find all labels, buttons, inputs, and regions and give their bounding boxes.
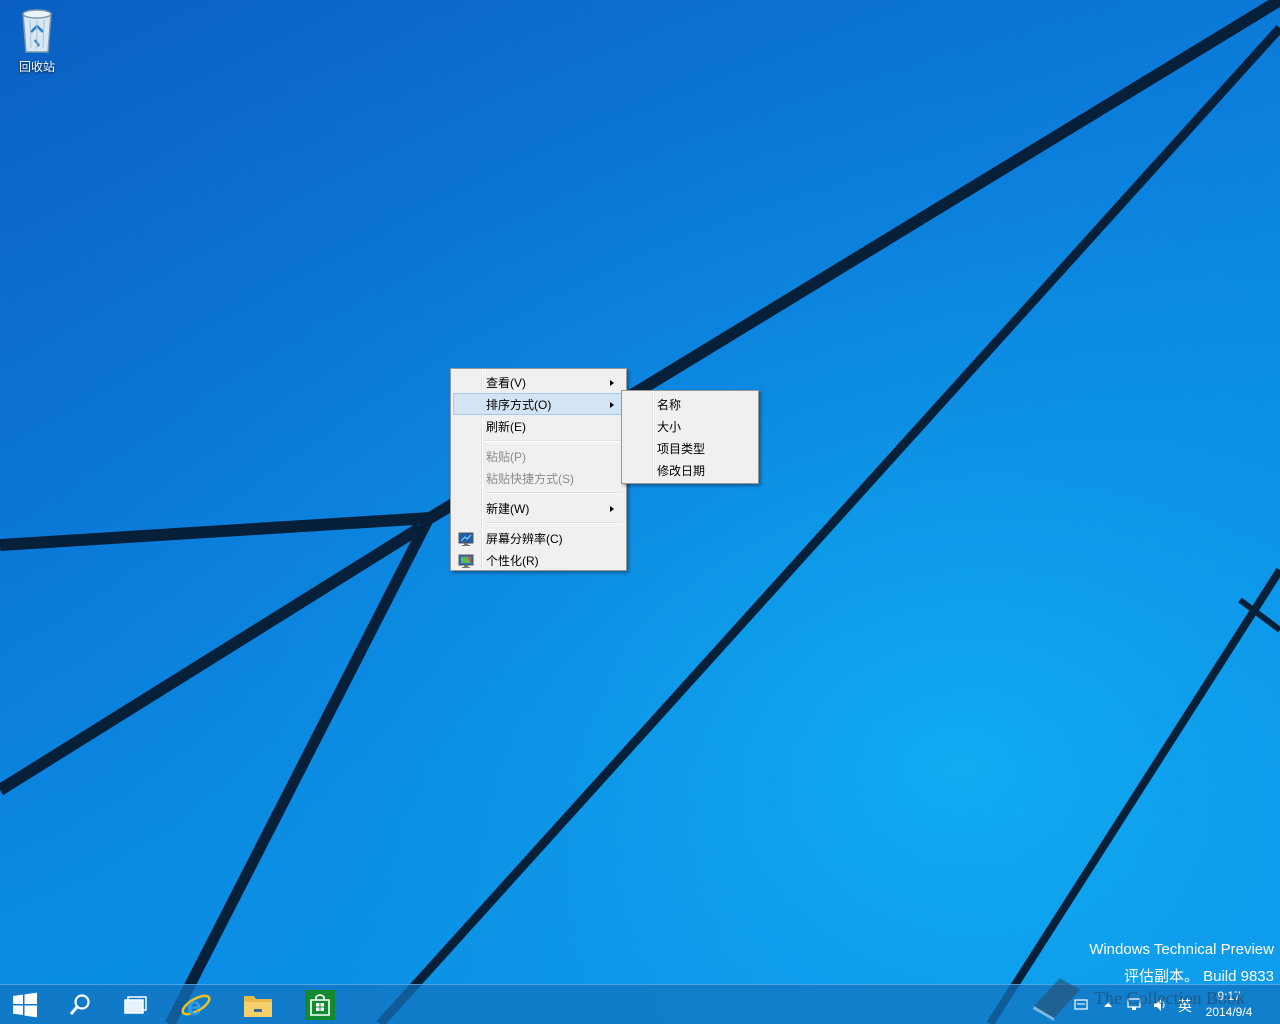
svg-text:e: e — [187, 991, 201, 1021]
menu-item-label: 查看(V) — [486, 376, 526, 390]
recycle-bin-icon — [22, 9, 52, 53]
desktop-icon-recycle-bin[interactable]: 回收站 — [8, 4, 66, 75]
submenu-item-date-modified[interactable]: 修改日期 — [624, 459, 756, 481]
menu-item-refresh[interactable]: 刷新(E) — [453, 415, 624, 437]
submenu-item-size[interactable]: 大小 — [624, 415, 756, 437]
taskbar: e 英 9:17 2014/9/4 — [0, 984, 1280, 1024]
display-icon — [458, 532, 474, 546]
submenu-item-name[interactable]: 名称 — [624, 393, 756, 415]
start-icon — [13, 992, 37, 1018]
search-icon — [69, 994, 90, 1015]
internet-explorer-button[interactable]: e — [168, 985, 224, 1024]
menu-item-label: 粘贴(P) — [486, 450, 526, 464]
menu-item-label: 刷新(E) — [486, 420, 526, 434]
menu-item-personalize[interactable]: 个性化(R) — [453, 549, 624, 571]
submenu-arrow-icon — [610, 402, 614, 408]
build-watermark-line1: Windows Technical Preview — [1089, 941, 1274, 958]
menu-item-label: 大小 — [657, 420, 682, 434]
submenu-arrow-icon — [610, 380, 614, 386]
menu-separator — [485, 492, 622, 494]
menu-item-label: 项目类型 — [657, 442, 706, 456]
menu-item-paste[interactable]: 粘贴(P) — [453, 445, 624, 467]
start-button[interactable] — [0, 985, 50, 1024]
submenu-arrow-icon — [610, 506, 614, 512]
desktop-context-menu: 查看(V) 排序方式(O) 刷新(E) 粘贴(P) 粘贴快捷方式(S) 新建(W… — [450, 368, 627, 571]
book-watermark-icon — [1033, 978, 1080, 1021]
menu-separator — [485, 522, 622, 524]
personalize-icon — [458, 554, 474, 568]
menu-item-screen-resolution[interactable]: 屏幕分辨率(C) — [453, 527, 624, 549]
menu-item-label: 粘贴快捷方式(S) — [486, 472, 574, 486]
submenu-item-type[interactable]: 项目类型 — [624, 437, 756, 459]
menu-item-label: 名称 — [657, 398, 682, 412]
menu-item-label: 屏幕分辨率(C) — [486, 532, 563, 546]
file-explorer-icon — [244, 996, 272, 1017]
menu-item-label: 排序方式(O) — [486, 398, 552, 412]
menu-item-view[interactable]: 查看(V) — [453, 371, 624, 393]
store-icon — [305, 990, 335, 1020]
menu-item-sort-by[interactable]: 排序方式(O) — [453, 393, 624, 415]
internet-explorer-icon: e — [181, 991, 211, 1021]
task-view-icon — [124, 996, 147, 1014]
menu-item-paste-shortcut[interactable]: 粘贴快捷方式(S) — [453, 467, 624, 489]
store-button[interactable] — [292, 985, 348, 1024]
task-view-button[interactable] — [108, 985, 164, 1024]
menu-item-label: 新建(W) — [486, 502, 530, 516]
menu-item-new[interactable]: 新建(W) — [453, 497, 624, 519]
book-watermark-text: The Collection Book — [1094, 988, 1245, 1008]
file-explorer-button[interactable] — [230, 985, 286, 1024]
search-button[interactable] — [52, 985, 108, 1024]
desktop-wallpaper — [0, 0, 1280, 1024]
sort-by-submenu: 名称 大小 项目类型 修改日期 — [621, 390, 759, 484]
build-watermark-line2: 评估副本。 Build 9833 — [1123, 968, 1274, 985]
menu-item-label: 修改日期 — [657, 464, 706, 478]
desktop-icon-label: 回收站 — [18, 60, 55, 74]
menu-item-label: 个性化(R) — [486, 554, 539, 568]
menu-separator — [485, 440, 622, 442]
